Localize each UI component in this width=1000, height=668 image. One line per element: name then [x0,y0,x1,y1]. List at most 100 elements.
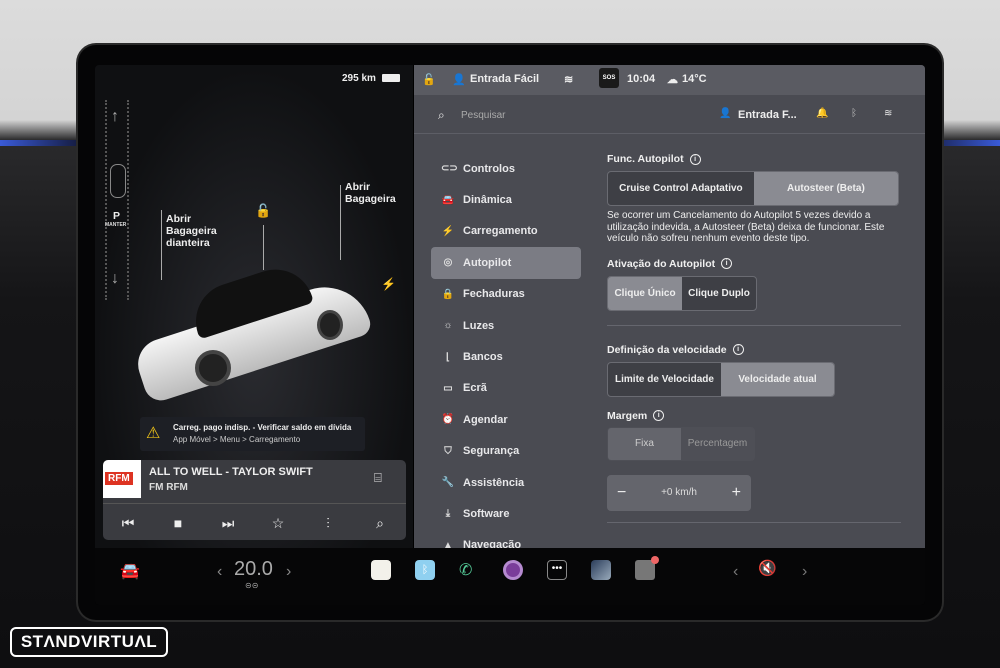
sidebar-item-bancos[interactable]: ⌊ Bancos [431,341,581,372]
charge-port-icon[interactable]: ⚡ [381,277,396,291]
divider [607,324,901,326]
mute-icon[interactable]: 🔇 [758,559,777,577]
sidebar-item-carregamento[interactable]: ⚡ Carregamento [431,216,581,247]
bluetooth-icon[interactable]: ᛒ [851,108,857,119]
margin-selector: Fixa Percentagem [607,426,755,461]
sidebar-item-luzes[interactable]: ☼ Luzes [431,310,581,341]
arrow-down-icon: ↓ [111,270,119,287]
profile-button[interactable]: Entrada F... [738,109,797,121]
sidebar-item-label: Fechaduras [463,288,525,301]
option-speed-limit[interactable]: Limite de Velocidade [608,363,721,396]
sidebar-item-seguranca[interactable]: ⛉ Segurança [431,436,581,467]
gear-hold-label: MANTER [105,222,127,228]
option-current-speed[interactable]: Velocidade atual [721,362,834,396]
sidebar-item-software[interactable]: ⤓ Software [431,498,581,529]
car-controls-button[interactable]: 🚘 [120,561,140,581]
dashcam-icon[interactable] [635,556,659,580]
settings-header: ⌕ Pesquisar 👤 Entrada F... 🔔 ᛒ ≋ [414,98,925,134]
search-input[interactable]: Pesquisar [461,110,505,121]
sidebar-item-label: Controlos [463,162,515,175]
sos-button[interactable]: SOS [599,68,619,88]
volume-down-button[interactable]: ‹ [733,563,738,581]
profile-icon: 👤 [719,108,732,119]
speed-selector: Limite de Velocidade Velocidade atual [607,361,835,397]
vehicle-render [131,259,374,405]
drive-selector[interactable]: ↑ P MANTER ↓ [105,100,129,300]
search-icon: ⌕ [438,108,445,122]
sidebar-item-dinamica[interactable]: 🚘 Dinâmica [431,184,581,215]
info-icon[interactable]: i [732,344,744,355]
track-title: ALL TO WELL - TAYLOR SWIFT [149,466,313,478]
stop-button[interactable]: ■ [163,515,193,531]
sidebar-item-fechaduras[interactable]: 🔒 Fechaduras [431,279,581,310]
equalizer-button[interactable]: ⫶ [313,515,343,532]
temp-down-button[interactable]: ‹ [217,563,222,581]
media-player: RFM ALL TO WELL - TAYLOR SWIFT FM RFM ⌸ … [103,460,406,540]
battery-icon [382,74,400,82]
sidebar-item-controlos[interactable]: ⊂⊃ Controlos [431,153,581,184]
info-icon[interactable]: i [689,153,701,165]
touchscreen: 295 km ↑ P MANTER ↓ Abrir Bagageira dian… [95,65,925,605]
settings-menu: ⊂⊃ Controlos 🚘 Dinâmica ⚡ Carregamento ◎ Autopi… [431,153,581,561]
bluetooth-app-icon[interactable]: ᛒ [415,560,435,580]
volume-up-button[interactable]: › [802,563,807,581]
sidebar-item-label: Software [463,507,510,520]
status-bar: 🔓 👤 Entrada Fácil ≋ SOS 10:04 ☁ 14°C [414,65,925,95]
temp-up-button[interactable]: › [286,563,291,581]
app-launcher-icon[interactable] [371,560,391,580]
sidebar-item-ecra[interactable]: ▭ Ecrã [431,373,581,404]
more-apps-icon[interactable]: ••• [547,560,567,580]
taskbar: 🚘 ‹ 20.0 › ⊝⊝ ᛒ ✆ ••• ‹ 🔇 › [95,548,925,605]
outside-temperature: 14°C [682,73,707,85]
autopilot-description: Se ocorrer um Cancelamento do Autopilot … [607,210,885,244]
sidebar-item-agendar[interactable]: ⏰ Agendar [431,404,581,435]
activation-selector: Clique Único Clique Duplo [607,275,757,311]
option-single-click[interactable]: Clique Único [608,276,682,310]
option-double-click[interactable]: Clique Duplo [682,277,756,310]
alert-subtitle: App Móvel > Menu > Carregamento [173,435,301,444]
lock-status-icon[interactable]: 🔓 [422,73,436,86]
charging-alert[interactable]: ⚠ Carreg. pago indisp. - Verificar saldo… [140,417,365,451]
favorite-star-button[interactable]: ☆ [263,515,293,532]
open-trunk-button[interactable]: Abrir Bagageira [345,181,405,205]
wifi-icon[interactable]: ≋ [884,108,892,119]
sidebar-item-autopilot[interactable]: ◎ Autopilot [431,247,581,279]
unlock-icon[interactable]: 🔓 [255,203,271,219]
increase-button[interactable]: + [732,484,741,502]
navigation-app-icon[interactable] [591,560,611,580]
decrease-button[interactable]: − [617,484,626,502]
previous-track-button[interactable]: ⏮ [113,515,143,532]
option-fixed[interactable]: Fixa [608,427,681,460]
cabin-temperature: 20.0 [234,558,273,580]
info-icon[interactable]: i [653,410,665,421]
media-search-button[interactable]: ⌕ [365,515,395,532]
clock: 10:04 [627,73,656,85]
warning-icon: ⚠ [146,425,161,442]
profile-icon: 👤 [452,74,466,86]
watermark-logo: STΛNDVIRTUΛL [10,627,168,657]
camera-app-icon[interactable] [503,560,523,580]
sidebar-item-label: Segurança [463,445,520,458]
margin-value: +0 km/h [661,487,697,498]
seat-heater-icon[interactable]: ⊝⊝ [245,581,258,590]
notification-bell-icon[interactable]: 🔔 [816,108,828,119]
info-icon[interactable]: i [721,258,733,269]
autopilot-feature-selector: Cruise Control Adaptativo Autosteer (Bet… [607,171,899,206]
section-title: Ativação do Autopilot [607,257,716,270]
sidebar-item-assistencia[interactable]: 🔧 Assistência [431,467,581,498]
steering-wheel-icon: ◎ [443,257,453,269]
download-icon: ⤓ [445,508,451,520]
next-track-button[interactable]: ⏭ [213,515,243,532]
open-frunk-button[interactable]: Abrir Bagageira dianteira [166,213,236,249]
autopilot-settings: Func. Autopilot i Cruise Control Adaptati… [607,153,907,523]
status-profile-name[interactable]: Entrada Fácil [470,73,539,85]
media-source-icon[interactable]: ⌸ [374,470,382,486]
section-title: Definição da velocidade [607,343,727,356]
wifi-status-icon: ≋ [564,74,574,86]
option-cruise-control[interactable]: Cruise Control Adaptativo [608,172,754,205]
option-percentage[interactable]: Percentagem [681,428,754,460]
activation-heading: Ativação do Autopilot i [607,258,907,270]
speed-heading: Definição da velocidade i [607,344,907,356]
option-autosteer[interactable]: Autosteer (Beta) [753,172,898,205]
phone-icon[interactable]: ✆ [459,560,479,580]
